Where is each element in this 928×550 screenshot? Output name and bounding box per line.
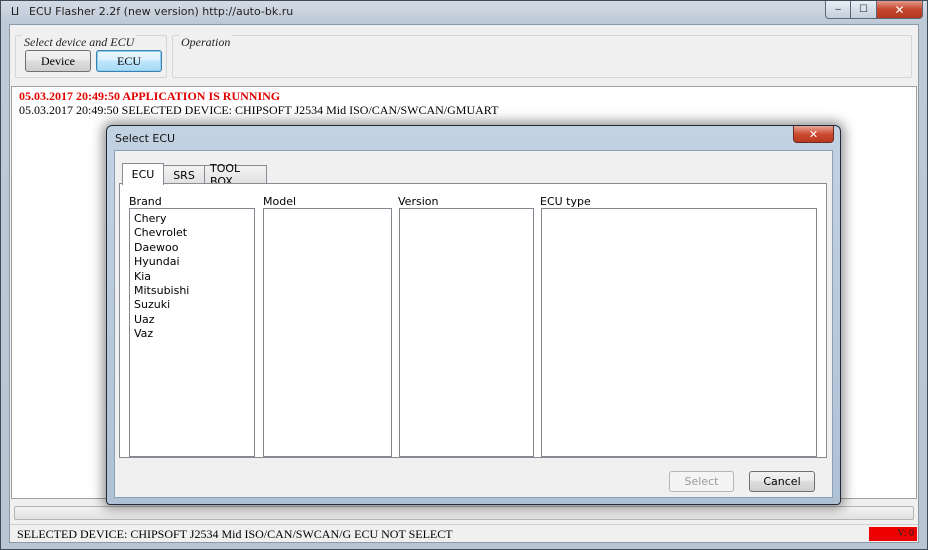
brand-item-kia[interactable]: Kia [130,270,254,284]
ecu-tab-panel: Brand Model Version ECU type Chery Chevr… [119,183,827,458]
dialog-title: Select ECU [115,132,176,145]
model-label: Model [263,195,297,208]
select-ecu-dialog: Select ECU ✕ ECU SRS TOOL BOX Brand Mode… [106,125,841,505]
close-button[interactable]: ✕ [877,1,923,19]
tab-strip: ECU SRS TOOL BOX [122,162,267,188]
ecu-type-list[interactable] [541,208,817,457]
minimize-button[interactable]: ‒ [825,1,851,19]
version-label: Version [398,195,439,208]
brand-item-chery[interactable]: Chery [130,212,254,226]
model-list[interactable] [263,208,392,457]
dialog-client-area: ECU SRS TOOL BOX Brand Model Version ECU… [114,150,833,498]
device-group-label: Select device and ECU [22,35,137,49]
minimize-icon: ‒ [834,4,842,15]
brand-item-mitsubishi[interactable]: Mitsubishi [130,284,254,298]
version-badge: V: 0 [869,527,917,541]
close-icon: ✕ [894,2,905,17]
progress-bar [14,506,914,520]
brand-list[interactable]: Chery Chevrolet Daewoo Hyundai Kia Mitsu… [129,208,255,457]
dialog-close-button[interactable]: ✕ [793,126,834,143]
brand-item-hyundai[interactable]: Hyundai [130,255,254,269]
maximize-icon: ☐ [859,4,868,15]
ecu-button[interactable]: ECU [96,50,162,72]
brand-label: Brand [129,195,162,208]
device-button[interactable]: Device [25,50,91,72]
app-icon: ⵡ [10,5,20,18]
status-text: SELECTED DEVICE: CHIPSOFT J2534 Mid ISO/… [17,527,453,541]
brand-item-daewoo[interactable]: Daewoo [130,241,254,255]
maximize-button[interactable]: ☐ [851,1,877,19]
close-icon: ✕ [808,127,819,141]
title-bar[interactable]: ⵡ ECU Flasher 2.2f (new version) http://… [1,1,927,24]
operation-group-label: Operation [179,35,233,49]
select-button[interactable]: Select [669,471,734,492]
cancel-button[interactable]: Cancel [749,471,815,492]
log-line: 05.03.2017 20:49:50 APPLICATION IS RUNNI… [19,89,281,103]
operation-group: Operation [172,35,912,78]
log-line: 05.03.2017 20:49:50 SELECTED DEVICE: CHI… [19,103,499,117]
device-group: Select device and ECU Device ECU [15,35,167,78]
brand-item-uaz[interactable]: Uaz [130,313,254,327]
tab-toolbox[interactable]: TOOL BOX [204,162,267,188]
window-title: ECU Flasher 2.2f (new version) http://au… [29,5,294,18]
tab-ecu[interactable]: ECU [122,163,164,185]
brand-item-chevrolet[interactable]: Chevrolet [130,226,254,240]
tab-srs[interactable]: SRS [163,165,205,184]
brand-item-suzuki[interactable]: Suzuki [130,298,254,312]
window-controls: ‒ ☐ ✕ [825,1,923,19]
brand-item-vaz[interactable]: Vaz [130,327,254,341]
status-bar: SELECTED DEVICE: CHIPSOFT J2534 Mid ISO/… [10,524,918,542]
version-list[interactable] [399,208,534,457]
ecu-type-label: ECU type [540,195,591,208]
